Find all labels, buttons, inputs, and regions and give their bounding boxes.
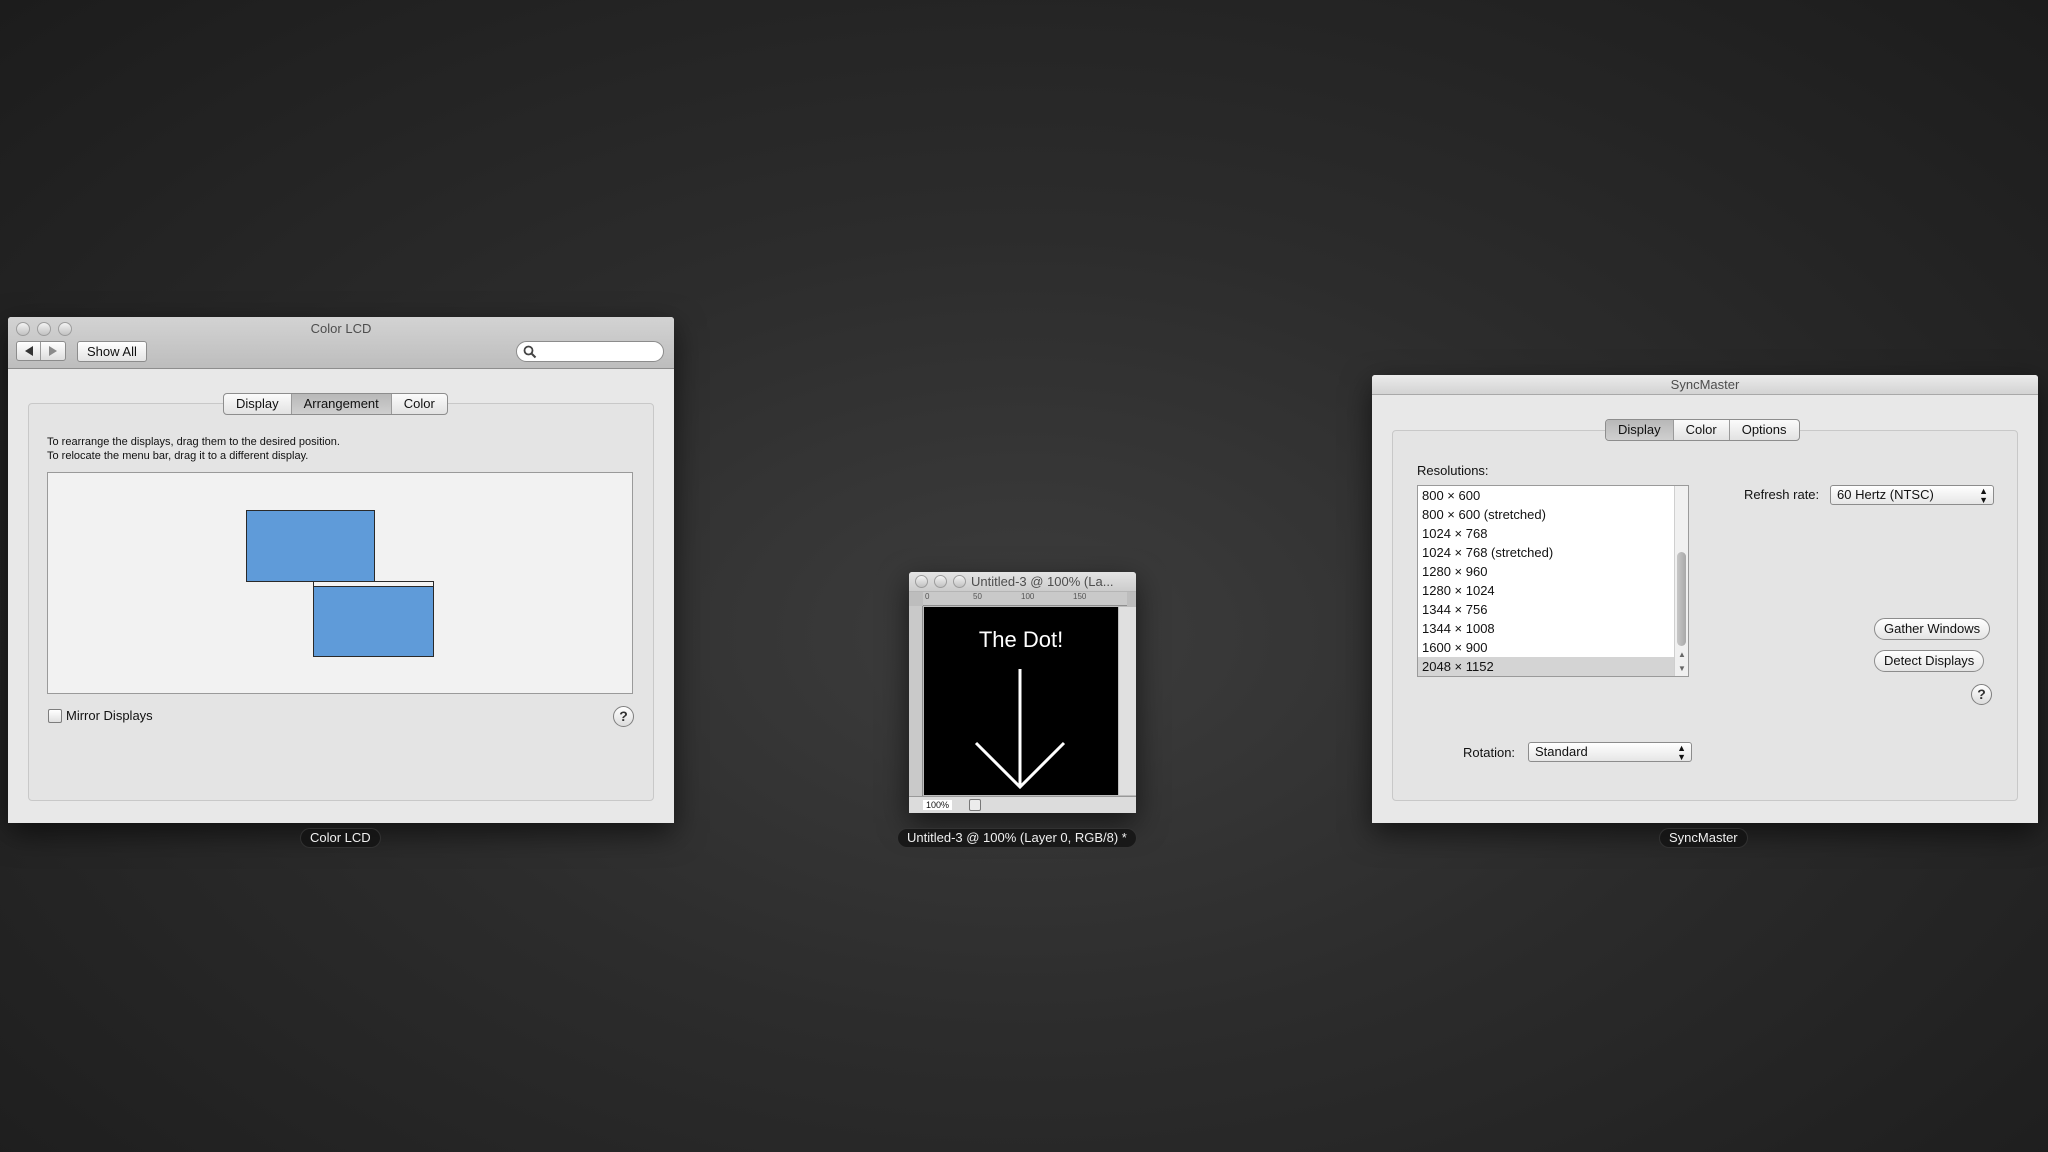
help-button[interactable]: ? (613, 706, 634, 727)
nav-segment (16, 341, 66, 361)
title-bar[interactable]: Untitled-3 @ 100% (La... (909, 572, 1136, 592)
window-title: Color LCD (310, 321, 372, 336)
horizontal-ruler: 0 50 100 150 (923, 592, 1127, 606)
syncmaster-window[interactable]: SyncMaster Display Color Options Resolut… (1372, 375, 2038, 823)
close-button[interactable] (16, 322, 30, 336)
tab-color[interactable]: Color (1674, 420, 1730, 440)
arrangement-area[interactable] (47, 472, 633, 694)
display-thumbnail-secondary[interactable] (313, 581, 434, 657)
tab-options[interactable]: Options (1730, 420, 1799, 440)
instruction-line: To rearrange the displays, drag them to … (47, 436, 340, 448)
status-bar: 100% (909, 796, 1136, 813)
window-label-photoshop: Untitled-3 @ 100% (Layer 0, RGB/8) * (897, 828, 1137, 848)
minimize-button[interactable] (934, 575, 947, 588)
window-label-color-lcd: Color LCD (300, 828, 381, 848)
ruler-label: 150 (1073, 592, 1087, 601)
mirror-displays-checkbox[interactable]: Mirror Displays (48, 708, 153, 723)
refresh-rate-label: Refresh rate: (1744, 487, 1820, 502)
list-item[interactable]: 1280 × 960 (1418, 562, 1688, 581)
zoom-button[interactable] (58, 322, 72, 336)
scroll-thumb[interactable] (1677, 552, 1686, 646)
refresh-rate-value: 60 Hertz (NTSC) (1837, 487, 1934, 502)
search-field[interactable] (516, 341, 664, 362)
tab-bar: Display Color Options (1605, 419, 1800, 441)
instruction-line: To relocate the menu bar, drag it to a d… (47, 450, 309, 462)
resolutions-list[interactable]: 800 × 600 800 × 600 (stretched) 1024 × 7… (1417, 485, 1689, 677)
rotation-select[interactable]: Standard ▲ ▼ (1528, 742, 1692, 762)
document-title: Untitled-3 @ 100% (La... (971, 574, 1114, 589)
tab-display[interactable]: Display (1606, 420, 1674, 440)
display-thumbnail-primary[interactable] (246, 510, 375, 582)
list-item[interactable]: 1280 × 1024 (1418, 581, 1688, 600)
window-controls (915, 575, 966, 588)
rotation-value: Standard (1535, 744, 1588, 759)
help-button[interactable]: ? (1971, 684, 1992, 705)
window-title: SyncMaster (1670, 377, 1740, 392)
vertical-scrollbar[interactable] (1119, 607, 1136, 795)
refresh-rate-select[interactable]: 60 Hertz (NTSC) ▲ ▼ (1830, 485, 1994, 505)
search-input[interactable] (539, 344, 657, 358)
forward-button[interactable] (41, 342, 65, 360)
forward-arrow-icon (49, 345, 57, 356)
list-item-selected[interactable]: 2048 × 1152 (1418, 657, 1688, 676)
scroll-down-icon[interactable]: ▼ (1678, 664, 1686, 673)
tab-bar: Display Arrangement Color (223, 393, 448, 415)
show-all-button[interactable]: Show All (77, 341, 147, 362)
ruler-label: 0 (925, 592, 930, 601)
zoom-button[interactable] (953, 575, 966, 588)
ruler-label: 50 (973, 592, 982, 601)
status-arrow-icon[interactable] (969, 799, 981, 811)
down-arrow-icon (974, 669, 1066, 790)
canvas[interactable]: The Dot! (924, 607, 1118, 795)
updown-arrows-icon: ▲ ▼ (1979, 486, 1988, 505)
mirror-displays-label: Mirror Displays (66, 708, 153, 723)
instructions: To rearrange the displays, drag them to … (47, 435, 340, 463)
vertical-ruler (909, 606, 923, 796)
window-header: Color LCD Show All (8, 317, 674, 369)
scroll-up-icon[interactable]: ▲ (1678, 650, 1686, 659)
list-item[interactable]: 1024 × 768 (1418, 524, 1688, 543)
list-item[interactable]: 800 × 600 (1418, 486, 1688, 505)
tab-color[interactable]: Color (392, 394, 447, 414)
minimize-button[interactable] (37, 322, 51, 336)
rotation-label: Rotation: (1463, 745, 1516, 760)
zoom-level[interactable]: 100% (923, 800, 953, 810)
checkbox-box[interactable] (48, 708, 62, 723)
list-item[interactable]: 1024 × 768 (stretched) (1418, 543, 1688, 562)
window-label-syncmaster: SyncMaster (1659, 828, 1748, 848)
menu-bar-indicator[interactable] (314, 582, 433, 587)
list-item[interactable]: 1344 × 756 (1418, 600, 1688, 619)
back-arrow-icon (24, 345, 33, 356)
list-item[interactable]: 800 × 600 (stretched) (1418, 505, 1688, 524)
color-lcd-window[interactable]: Color LCD Show All Display Arrangement C… (8, 317, 674, 823)
close-button[interactable] (915, 575, 928, 588)
title-bar[interactable]: SyncMaster (1372, 375, 2038, 395)
photoshop-document-window[interactable]: Untitled-3 @ 100% (La... 0 50 100 150 Th… (909, 572, 1136, 813)
title-bar[interactable]: Color LCD (8, 317, 674, 341)
window-controls (16, 322, 72, 336)
list-item[interactable]: 1344 × 1008 (1418, 619, 1688, 638)
gather-windows-button[interactable]: Gather Windows (1874, 618, 1991, 640)
tab-arrangement[interactable]: Arrangement (291, 394, 392, 414)
list-item[interactable]: 1600 × 900 (1418, 638, 1688, 657)
ruler-label: 100 (1021, 592, 1035, 601)
resolutions-label: Resolutions: (1417, 463, 1489, 478)
search-icon (523, 345, 537, 359)
tab-display[interactable]: Display (224, 394, 292, 414)
updown-arrows-icon: ▲ ▼ (1677, 743, 1686, 762)
back-button[interactable] (17, 342, 41, 360)
list-scrollbar[interactable]: ▲ ▼ (1674, 486, 1688, 676)
detect-displays-button[interactable]: Detect Displays (1874, 650, 1985, 672)
